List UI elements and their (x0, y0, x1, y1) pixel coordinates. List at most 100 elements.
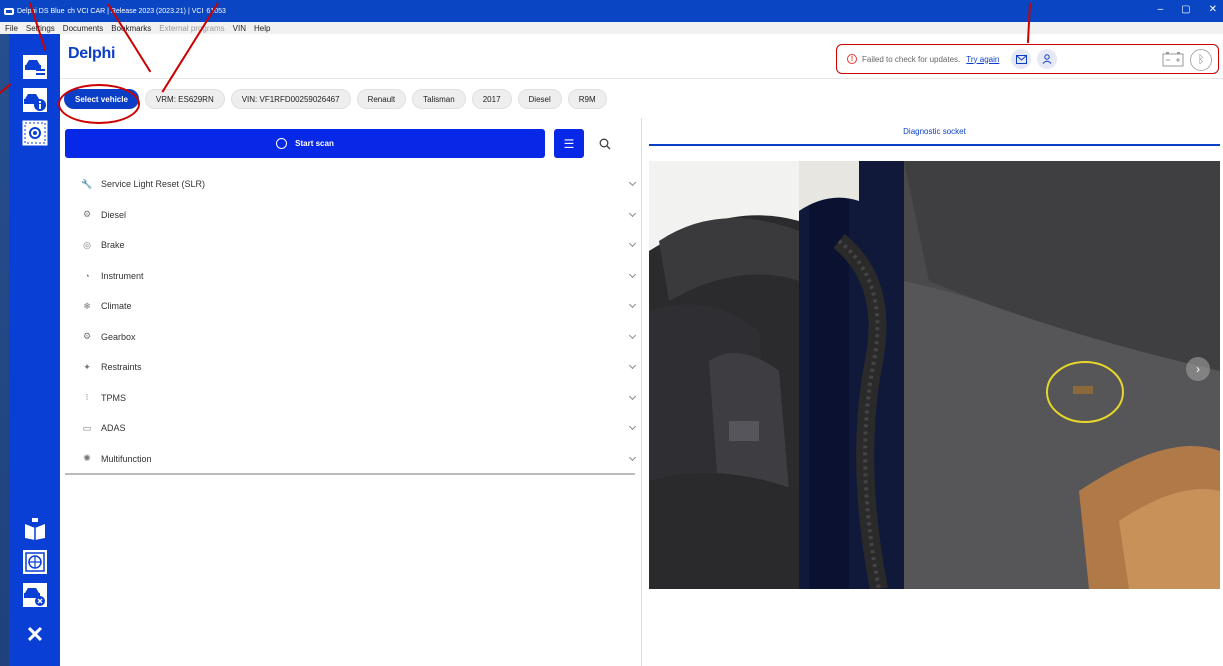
system-label: Gearbox (101, 331, 136, 342)
search-icon (599, 138, 611, 149)
app-icon (4, 7, 14, 15)
delphi-logo: Delphi (68, 45, 116, 62)
vehicle-close-icon (23, 583, 47, 607)
chevron-down-icon (628, 178, 637, 187)
system-label: ADAS (101, 423, 126, 434)
scan-gear-icon (22, 120, 48, 146)
tab-diagnostic-socket[interactable]: Diagnostic socket (649, 122, 1220, 146)
vehicle-info-button[interactable] (22, 87, 48, 113)
system-label: Diesel (101, 209, 127, 220)
system-label: Multifunction (101, 453, 152, 464)
menu-bookmarks[interactable]: Bookmarks (111, 24, 151, 33)
system-item-diesel[interactable]: ⚙ Diesel (65, 200, 637, 231)
system-label: Service Light Reset (SLR) (101, 179, 206, 190)
window-title: Delphi DS Blue (17, 7, 65, 15)
engine-icon: ⚙ (82, 209, 92, 220)
manual-icon (23, 517, 47, 541)
system-item-instrument[interactable]: ◔ Instrument (65, 261, 637, 292)
chip-vin: VIN: VF1RFD00259026467 (230, 89, 351, 109)
warning-icon: ! (847, 54, 857, 64)
chevron-right-icon: › (1196, 362, 1200, 376)
battery-icon (1162, 52, 1184, 67)
minimize-button[interactable]: – (1158, 4, 1164, 15)
system-label: Climate (101, 301, 132, 312)
globe-icon (23, 550, 47, 574)
close-vehicle-button[interactable] (22, 582, 48, 608)
annotation-circle (58, 84, 140, 124)
vehicle-list-button[interactable] (22, 54, 48, 80)
brake-icon: ◎ (83, 239, 91, 250)
header-divider (60, 78, 1223, 79)
system-item-gearbox[interactable]: ⚙ Gearbox (65, 322, 637, 353)
search-button[interactable] (590, 129, 620, 158)
menu-help[interactable]: Help (254, 24, 270, 33)
menu-file[interactable]: File (5, 24, 18, 33)
system-item-adas[interactable]: ▭ ADAS (65, 413, 637, 444)
menu-vin[interactable]: VIN (233, 24, 246, 33)
scan-icon (276, 138, 288, 149)
panel-divider (641, 118, 642, 666)
gauge-icon: ◔ (84, 270, 90, 281)
title-bar: Delphi DS Blue ch VCI CAR | Release 2023… (0, 0, 1223, 22)
desktop-background: Delphi DS Blue ch VCI CAR | Release 2023… (0, 0, 1223, 666)
web-button[interactable] (22, 549, 48, 575)
chevron-down-icon (628, 331, 637, 339)
system-label: Instrument (101, 270, 144, 281)
bluetooth-icon: ᛒ (1190, 49, 1212, 71)
gears-icon: ⚙ (82, 331, 92, 342)
chevron-down-icon (628, 361, 637, 370)
adas-icon: ▭ (82, 422, 92, 433)
main-app-area: Delphi ! Failed to check for updates. Tr… (58, 34, 1223, 666)
chip-model: Talisman (412, 89, 466, 109)
start-scan-label: Start scan (295, 139, 334, 148)
close-window-button[interactable]: ✕ (1209, 4, 1217, 15)
vehicle-chips: Select vehicle VRM: ES629RN VIN: VF1RFD0… (64, 88, 607, 110)
system-item-brake[interactable]: ◎ Brake (65, 230, 637, 261)
chevron-down-icon (628, 453, 637, 461)
update-status-panel: ! Failed to check for updates. Try again… (836, 44, 1219, 74)
user-button[interactable] (1037, 49, 1058, 69)
messages-button[interactable] (1011, 49, 1032, 69)
chevron-down-icon (628, 392, 637, 400)
chip-vrm: VRM: ES629RN (144, 89, 225, 109)
chevron-down-icon (628, 422, 637, 431)
system-item-restraints[interactable]: ✦ Restraints (65, 352, 637, 383)
start-scan-button[interactable]: Start scan (65, 129, 545, 158)
list-divider (65, 473, 635, 475)
manual-button[interactable] (22, 516, 48, 542)
car-interior-image (649, 161, 1220, 589)
maximize-button[interactable]: ▢ (1181, 4, 1190, 15)
try-again-link[interactable]: Try again (966, 55, 999, 64)
chevron-down-icon (628, 209, 637, 217)
system-list: 🔧 Service Light Reset (SLR) ⚙ Diesel ◎ Brak… (65, 169, 637, 475)
vehicle-info-icon (23, 88, 47, 112)
chevron-down-icon (628, 300, 637, 309)
vehicle-list-icon (23, 55, 47, 79)
system-label: Restraints (101, 362, 142, 373)
exit-button[interactable]: ✕ (22, 622, 48, 648)
system-label: Brake (101, 240, 125, 251)
menu-bar: File Settings Documents Bookmarks Extern… (0, 22, 1223, 34)
list-view-button[interactable]: ☰ (554, 129, 584, 158)
system-item-tpms[interactable]: ⁝ TPMS (65, 383, 637, 414)
close-icon: ✕ (25, 622, 45, 647)
snowflake-icon: ❄ (83, 300, 91, 311)
chevron-down-icon (628, 239, 637, 248)
chip-year: 2017 (471, 89, 512, 109)
wrench-icon: 🔧 (81, 178, 93, 189)
chip-engine: R9M (567, 89, 607, 109)
menu-external-programs[interactable]: External programs (159, 24, 224, 33)
system-item-slr[interactable]: 🔧 Service Light Reset (SLR) (65, 169, 637, 200)
chevron-down-icon (628, 270, 637, 278)
mail-icon (1015, 54, 1027, 64)
chip-fuel: Diesel (517, 89, 562, 109)
left-rail: ✕ (9, 34, 60, 666)
user-icon (1042, 54, 1052, 64)
system-item-multifunction[interactable]: ✺ Multifunction (65, 444, 637, 475)
chip-make: Renault (356, 89, 407, 109)
multifunction-icon: ✺ (83, 453, 91, 464)
system-item-climate[interactable]: ❄ Climate (65, 291, 637, 322)
scan-settings-button[interactable] (22, 120, 48, 146)
menu-documents[interactable]: Documents (63, 24, 103, 33)
next-image-button[interactable]: › (1186, 357, 1210, 381)
